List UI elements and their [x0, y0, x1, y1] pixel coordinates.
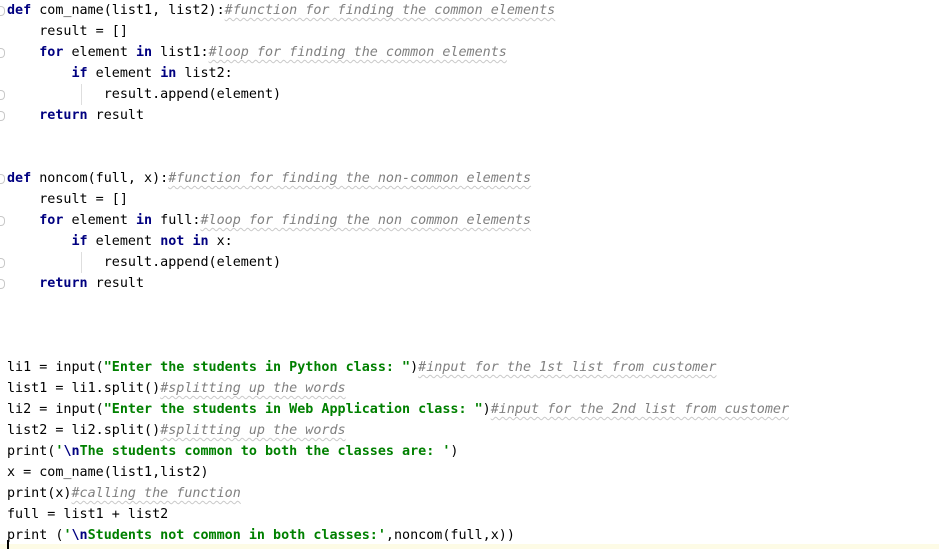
code-line[interactable]: result.append(element): [7, 252, 281, 273]
code-token-kw: for: [39, 45, 64, 60]
code-line[interactable]: result = []: [7, 189, 128, 210]
code-token-plain: x = com_name(list1,list2): [7, 465, 209, 480]
code-token-plain: result.append(element): [7, 87, 282, 102]
code-token-kw: for: [39, 213, 64, 228]
code-line[interactable]: for element in list1:#loop for finding t…: [7, 42, 507, 63]
code-token-plain: list2 = li2.split(): [7, 423, 161, 438]
code-token-plain: list1 = li1.split(): [7, 381, 161, 396]
fold-marker-icon[interactable]: [0, 111, 5, 121]
code-token-plain: element: [63, 213, 136, 228]
code-token-plain: x:: [208, 234, 233, 249]
code-token-cm: #calling the function: [71, 486, 241, 501]
code-token-cm: #loop for finding the common elements: [208, 45, 507, 60]
current-line-highlight: [0, 544, 939, 549]
code-line[interactable]: x = com_name(list1,list2): [7, 462, 209, 483]
code-token-kw: in: [136, 213, 153, 228]
code-token-plain: result = []: [7, 24, 128, 39]
code-token-cm: #splitting up the words: [160, 381, 346, 396]
code-token-plain: ): [482, 402, 491, 417]
code-token-plain: print (: [7, 528, 64, 543]
fold-marker-icon[interactable]: [0, 216, 5, 226]
code-token-plain: result: [87, 276, 145, 291]
code-line[interactable]: def com_name(list1, list2):#function for…: [7, 0, 555, 21]
code-line[interactable]: list2 = li2.split()#splitting up the wor…: [7, 420, 346, 441]
code-token-plain: noncom(full, x):: [31, 171, 169, 186]
fold-marker-icon[interactable]: [0, 279, 5, 289]
code-token-st: The students common to both the classes …: [79, 444, 451, 459]
code-line[interactable]: return result: [7, 105, 144, 126]
code-line[interactable]: def noncom(full, x):#function for findin…: [7, 168, 531, 189]
code-token-plain: li2 = input(: [7, 402, 104, 417]
code-token-plain: li1 = input(: [7, 360, 104, 375]
code-line[interactable]: print(x)#calling the function: [7, 483, 241, 504]
code-line[interactable]: list1 = li1.split()#splitting up the wor…: [7, 378, 346, 399]
code-token-kw: in: [192, 234, 209, 249]
fold-marker-icon[interactable]: [0, 258, 5, 268]
fold-marker-icon[interactable]: [0, 48, 5, 58]
code-token-kw: in: [160, 66, 177, 81]
code-token-kw: def: [7, 3, 32, 18]
code-token-kw: not: [160, 234, 185, 249]
code-token-plain: full = list1 + list2: [7, 507, 169, 522]
code-line[interactable]: if element in list2:: [7, 63, 233, 84]
code-line[interactable]: result = []: [7, 21, 128, 42]
code-token-plain: result.append(element): [7, 255, 282, 270]
code-token-esc: \n: [71, 528, 88, 543]
code-line[interactable]: if element not in x:: [7, 231, 233, 252]
code-token-cm: #function for finding the non-common ele…: [168, 171, 532, 186]
code-line[interactable]: li1 = input("Enter the students in Pytho…: [7, 357, 716, 378]
code-token-plain: ): [450, 444, 459, 459]
code-token-plain: element: [87, 66, 161, 81]
code-token-plain: full:: [152, 213, 201, 228]
code-token-plain: element: [63, 45, 136, 60]
code-line[interactable]: print('\nThe students common to both the…: [7, 441, 458, 462]
code-token-plain: print(: [7, 444, 56, 459]
code-token-esc: \n: [63, 444, 80, 459]
code-token-kw: if: [71, 66, 88, 81]
code-token-cm: #function for finding the common element…: [224, 3, 556, 18]
code-token-kw: return: [39, 108, 88, 123]
code-token-st: "Enter the students in Web Application c…: [103, 402, 483, 417]
code-line[interactable]: li2 = input("Enter the students in Web A…: [7, 399, 789, 420]
code-token-plain: result = []: [7, 192, 128, 207]
code-token-cm: #input for the 1st list from customer: [418, 360, 717, 375]
fold-marker-icon[interactable]: [0, 90, 5, 100]
fold-marker-icon[interactable]: [0, 6, 5, 16]
code-token-plain: ,noncom(full,x)): [385, 528, 515, 543]
code-token-plain: ): [410, 360, 419, 375]
code-token-plain: com_name(list1, list2):: [31, 3, 225, 18]
code-token-plain: list2:: [176, 66, 233, 81]
code-token-plain: element: [87, 234, 161, 249]
fold-marker-icon[interactable]: [0, 174, 5, 184]
code-line[interactable]: return result: [7, 273, 144, 294]
code-token-kw: in: [136, 45, 153, 60]
code-editor[interactable]: def com_name(list1, list2):#function for…: [0, 0, 939, 549]
code-line[interactable]: print ('\nStudents not common in both cl…: [7, 525, 515, 546]
code-line[interactable]: for element in full:#loop for finding th…: [7, 210, 531, 231]
code-token-st: "Enter the students in Python class: ": [103, 360, 411, 375]
code-token-plain: result: [87, 108, 145, 123]
code-token-cm: #splitting up the words: [160, 423, 346, 438]
code-line[interactable]: result.append(element): [7, 84, 281, 105]
code-line[interactable]: full = list1 + list2: [7, 504, 168, 525]
code-token-kw: if: [71, 234, 88, 249]
code-token-plain: list1:: [152, 45, 209, 60]
text-caret: [7, 540, 9, 549]
code-token-cm: #input for the 2nd list from customer: [490, 402, 790, 417]
code-token-st: ': [63, 528, 72, 543]
code-token-st: Students not common in both classes:': [87, 528, 386, 543]
code-token-plain: print(x): [7, 486, 72, 501]
code-token-kw: return: [39, 276, 88, 291]
code-token-kw: def: [7, 171, 32, 186]
code-token-cm: #loop for finding the non common element…: [200, 213, 532, 228]
